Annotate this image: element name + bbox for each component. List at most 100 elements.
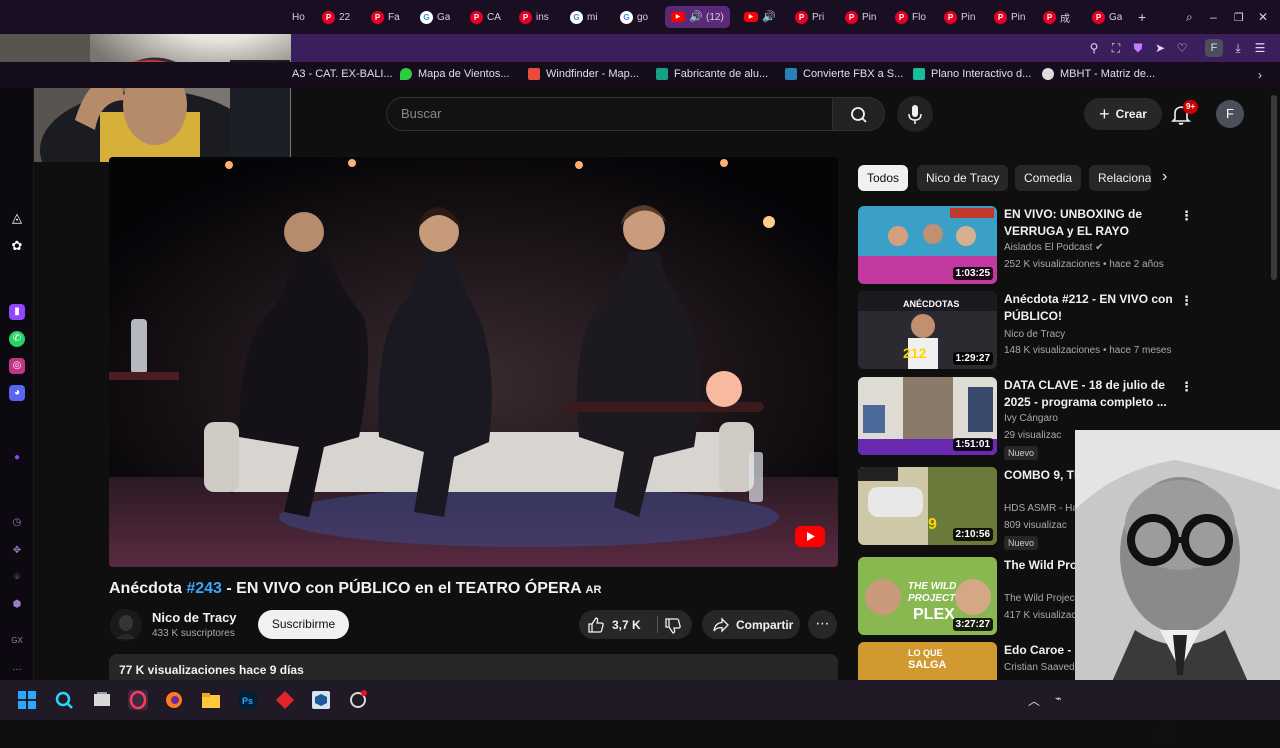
shield-icon[interactable]: ⛊ (1131, 41, 1145, 55)
download-icon[interactable]: ⤓ (1231, 41, 1245, 55)
network-icon[interactable]: ⌁ (1055, 692, 1062, 705)
browser-tab[interactable]: P Pin (845, 6, 876, 28)
video-title[interactable]: EN VIVO: UNBOXING de VERRUGA y EL RAYO M… (1004, 206, 1176, 240)
browser-tab[interactable]: P Pin (994, 6, 1025, 28)
browser-tab[interactable]: Ggo (620, 6, 648, 28)
browser-tab[interactable]: ▶ 🔊 (744, 6, 775, 28)
video-thumbnail[interactable]: 1:51:01 (858, 377, 997, 455)
chip-related[interactable]: Relaciona (1089, 165, 1151, 191)
bookmark-item[interactable]: Plano Interactivo d... (913, 68, 1031, 80)
file-explorer-icon[interactable] (201, 690, 221, 710)
create-button[interactable]: + Crear (1084, 98, 1162, 130)
video-thumbnail[interactable]: ANÉCDOTAS 212 1:29:27 (858, 291, 997, 369)
youtube-logo-icon[interactable] (795, 526, 825, 547)
browser-tab[interactable]: P Pri (795, 6, 824, 28)
subscribe-button[interactable]: Suscribirme (258, 610, 349, 639)
browser-tab[interactable]: P Pin (944, 6, 975, 28)
browser-tab[interactable]: Pins (519, 6, 549, 28)
search-input[interactable]: Buscar (386, 97, 833, 131)
browser-tab[interactable]: P Fa (371, 6, 400, 28)
more-actions-button[interactable]: ⋯ (808, 610, 837, 639)
opera-gx-icon[interactable] (128, 690, 148, 710)
browser-tab[interactable]: Gmi (570, 6, 598, 28)
speaker-icon[interactable]: 🔊 (762, 11, 775, 24)
snapshot-icon[interactable]: ⌾ (9, 570, 25, 586)
tray-chevron-up-icon[interactable]: ︿ (1028, 692, 1040, 709)
scrollbar-thumb[interactable] (1271, 95, 1277, 280)
autocad-icon[interactable] (275, 690, 295, 710)
close-icon[interactable]: ✕ (1258, 6, 1268, 28)
dislike-icon[interactable] (664, 617, 682, 635)
channel-name[interactable]: Aislados El Podcast ✔ (1004, 242, 1104, 253)
bookmark-item[interactable]: A3 - CAT. EX-BALI... (292, 68, 393, 80)
maximize-icon[interactable]: ❐ (1234, 6, 1244, 28)
chip-channel[interactable]: Nico de Tracy (917, 165, 1009, 191)
profile-avatar[interactable]: F (1205, 39, 1223, 57)
voice-search-button[interactable] (897, 96, 933, 132)
search-button[interactable] (832, 97, 885, 131)
like-icon[interactable] (587, 616, 605, 634)
channel-name[interactable]: Cristian Saaved (1004, 662, 1075, 673)
browser-tab-active[interactable]: ▶ 🔊 (12) (665, 6, 730, 28)
channel-name[interactable]: Ivy Cángaro (1004, 413, 1058, 424)
bookmark-item[interactable]: Convierte FBX a S... (785, 68, 903, 80)
instagram-icon[interactable]: ◎ (9, 358, 25, 374)
settings-icon[interactable]: ⬢ (9, 597, 25, 613)
recommendation-item[interactable]: ANÉCDOTAS 212 1:29:27 Anécdota #212 - EN … (858, 291, 1268, 371)
firefox-icon[interactable] (164, 690, 184, 710)
task-view-icon[interactable] (92, 690, 112, 710)
chip-all[interactable]: Todos (858, 165, 909, 191)
new-tab-button[interactable]: + (1138, 6, 1146, 28)
whatsapp-icon[interactable]: ✆ (9, 331, 25, 347)
heart-icon[interactable]: ♡ (1175, 41, 1189, 55)
browser-tab[interactable]: G Ga (420, 6, 450, 28)
gx-icon[interactable]: GX (9, 633, 25, 649)
chip-comedy[interactable]: Comedia (1015, 165, 1082, 191)
minimize-icon[interactable]: – (1210, 6, 1217, 28)
account-avatar[interactable]: F (1216, 100, 1244, 128)
history-icon[interactable]: ◷ (9, 515, 25, 531)
twitch-icon[interactable]: ▮ (9, 304, 25, 320)
record-icon[interactable]: ● (9, 450, 25, 466)
photoshop-icon[interactable]: Ps (238, 690, 258, 710)
browser-tab[interactable]: Ho (292, 6, 305, 28)
channel-name[interactable]: Nico de Tracy (152, 610, 237, 625)
video-thumbnail[interactable]: LO QUE SALGA (858, 642, 997, 680)
chevron-right-icon[interactable]: › (1162, 168, 1167, 186)
menu-icon[interactable]: ☰ (1253, 41, 1267, 55)
aria-icon[interactable]: ◬ (9, 210, 25, 226)
browser-tab[interactable]: P成 (1043, 6, 1070, 28)
video-thumbnail[interactable]: 9 2:10:56 (858, 467, 997, 545)
browser-tab[interactable]: P Flo (895, 6, 926, 28)
video-title[interactable]: DATA CLAVE - 18 de julio de 2025 - progr… (1004, 377, 1176, 411)
browser-tab[interactable]: P 22 (322, 6, 350, 28)
channel-name[interactable]: The Wild Projec (1004, 593, 1075, 604)
more-options-icon[interactable]: ⋮ (1180, 293, 1193, 309)
search-tabs-icon[interactable]: ⌕ (1186, 6, 1193, 28)
more-options-icon[interactable]: ⋮ (1180, 379, 1193, 395)
discord-icon[interactable]: ◕ (9, 385, 25, 401)
search-icon[interactable] (54, 690, 74, 710)
recommendation-item[interactable]: 1:03:25 EN VIVO: UNBOXING de VERRUGA y E… (858, 206, 1268, 286)
bookmark-item[interactable]: MBHT - Matriz de... (1042, 68, 1155, 80)
hashtag-link[interactable]: #243 (186, 580, 222, 597)
channel-name[interactable]: Nico de Tracy (1004, 329, 1065, 340)
pin-icon[interactable]: ⚲ (1087, 41, 1101, 55)
more-options-icon[interactable]: ⋮ (1180, 208, 1193, 224)
channel-name[interactable]: HDS ASMR - Ha (1004, 503, 1078, 514)
sketchup-icon[interactable] (311, 690, 331, 710)
more-icon[interactable]: … (9, 660, 25, 676)
bookmarks-more-icon[interactable]: › (1258, 68, 1262, 82)
chatgpt-icon[interactable]: ✿ (9, 238, 25, 254)
snapshot-icon[interactable]: ⛶ (1109, 41, 1123, 55)
bookmark-item[interactable]: Windfinder - Map... (528, 68, 639, 80)
channel-avatar[interactable] (110, 609, 142, 641)
video-title[interactable]: Anécdota #212 - EN VIVO con PÚBLICO! (1004, 291, 1176, 325)
browser-tab[interactable]: P Ga (1092, 6, 1122, 28)
video-thumbnail[interactable]: 1:03:25 (858, 206, 997, 284)
bookmark-item[interactable]: Fabricante de alu... (656, 68, 768, 80)
extensions-icon[interactable]: ✥ (9, 543, 25, 559)
video-thumbnail[interactable]: THE WILD PROJECT PLEX 3:27:27 (858, 557, 997, 635)
windows-start-icon[interactable] (17, 690, 37, 710)
share-button[interactable]: Compartir (702, 610, 800, 639)
